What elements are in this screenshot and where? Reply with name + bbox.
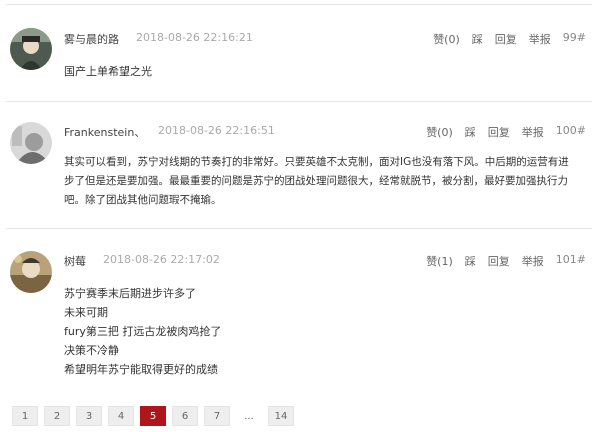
page-button[interactable]: 2 <box>44 406 70 426</box>
comment-line: 吧。除了团战其他问题瑕不掩瑜。 <box>64 194 222 206</box>
reply-button[interactable]: 回复 <box>488 253 510 269</box>
floor-number: 99# <box>562 31 586 44</box>
report-button[interactable]: 举报 <box>529 31 551 47</box>
comment-line: 决策不冷静 <box>64 344 119 357</box>
comment-text: 苏宁赛季末后期进步许多了 未来可期 fury第三把 打远古龙被肉鸡抢了 决策不冷… <box>64 284 584 379</box>
page-ellipsis: ... <box>244 410 254 422</box>
reply-button[interactable]: 回复 <box>495 31 517 47</box>
like-button[interactable]: 赞(0) <box>426 124 453 140</box>
comment-line: 其实可以看到，苏宁对线期的节奏打的非常好。只要英雄不太克制，面对IG也没有落下风… <box>64 156 569 168</box>
comment-line: 希望明年苏宁能取得更好的成绩 <box>64 363 218 376</box>
like-button[interactable]: 赞(1) <box>426 253 453 269</box>
page-button-current[interactable]: 5 <box>140 406 166 426</box>
comment-line: 未来可期 <box>64 306 108 319</box>
page-button[interactable]: 1 <box>12 406 38 426</box>
reply-button[interactable]: 回复 <box>488 124 510 140</box>
page-button[interactable]: 7 <box>204 406 230 426</box>
dislike-button[interactable]: 踩 <box>465 253 476 269</box>
comment-line: 步了但是还是要加强。最最重要的问题是苏宁的团战处理问题很大，经常就脱节，被分割，… <box>64 175 568 187</box>
like-button[interactable]: 赞(0) <box>433 31 460 47</box>
timestamp: 2018-08-26 22:17:02 <box>103 253 220 266</box>
dislike-button[interactable]: 踩 <box>472 31 483 47</box>
comment-text: 国产上单希望之光 <box>64 62 584 81</box>
page-button[interactable]: 6 <box>172 406 198 426</box>
username[interactable]: 雾与晨的路 <box>64 31 119 47</box>
floor-number: 100# <box>555 124 586 137</box>
report-button[interactable]: 举报 <box>522 124 544 140</box>
top-divider <box>6 4 592 5</box>
comment-text: 其实可以看到，苏宁对线期的节奏打的非常好。只要英雄不太克制，面对IG也没有落下风… <box>64 153 584 210</box>
comment-actions: 赞(1) 踩 回复 举报 101# <box>426 253 586 269</box>
avatar[interactable] <box>10 251 52 293</box>
comment-actions: 赞(0) 踩 回复 举报 99# <box>433 31 586 47</box>
comment-actions: 赞(0) 踩 回复 举报 100# <box>426 124 586 140</box>
comment-line: 苏宁赛季末后期进步许多了 <box>64 287 196 300</box>
comment-line: 国产上单希望之光 <box>64 65 152 78</box>
timestamp: 2018-08-26 22:16:51 <box>158 124 275 137</box>
username[interactable]: Frankenstein、 <box>64 124 145 140</box>
page-button-last[interactable]: 14 <box>268 406 294 426</box>
page-button[interactable]: 3 <box>76 406 102 426</box>
comment-line: fury第三把 打远古龙被肉鸡抢了 <box>64 325 222 338</box>
pagination: 1 2 3 4 5 6 7 ... 14 <box>12 406 294 426</box>
floor-number: 101# <box>555 253 586 266</box>
timestamp: 2018-08-26 22:16:21 <box>136 31 253 44</box>
report-button[interactable]: 举报 <box>522 253 544 269</box>
comment-divider <box>6 101 592 102</box>
avatar[interactable] <box>10 28 52 70</box>
avatar[interactable] <box>10 122 52 164</box>
username[interactable]: 树莓 <box>64 253 86 269</box>
dislike-button[interactable]: 踩 <box>465 124 476 140</box>
comment-divider <box>6 228 592 229</box>
page-button[interactable]: 4 <box>108 406 134 426</box>
